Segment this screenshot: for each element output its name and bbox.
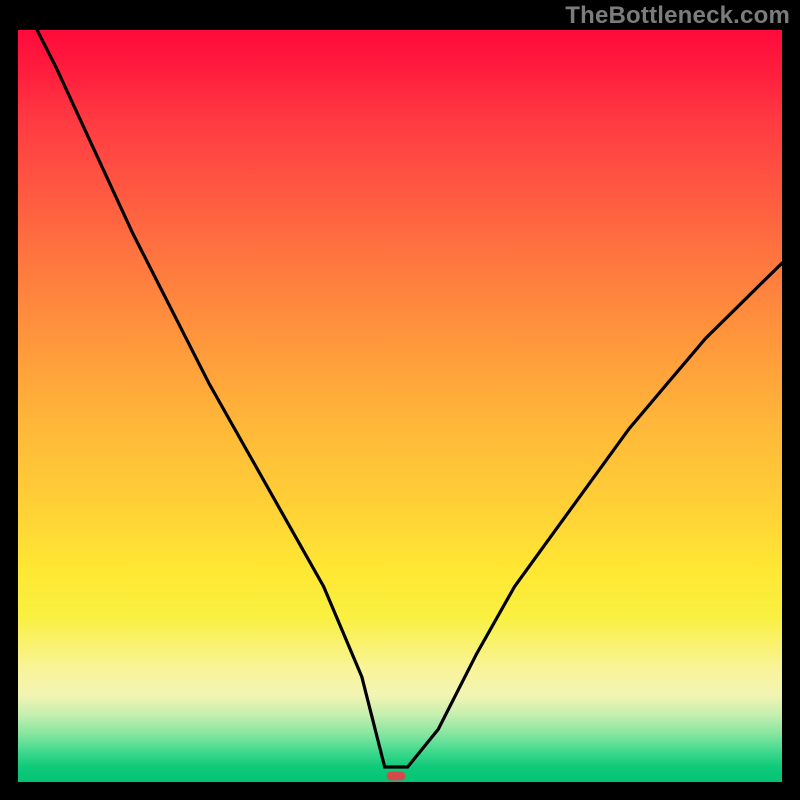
watermark-text: TheBottleneck.com: [565, 2, 790, 30]
optimal-marker-icon: [387, 771, 406, 780]
bottleneck-curve: [18, 30, 782, 782]
plot-area: [18, 30, 782, 782]
chart-frame: TheBottleneck.com: [0, 0, 800, 800]
